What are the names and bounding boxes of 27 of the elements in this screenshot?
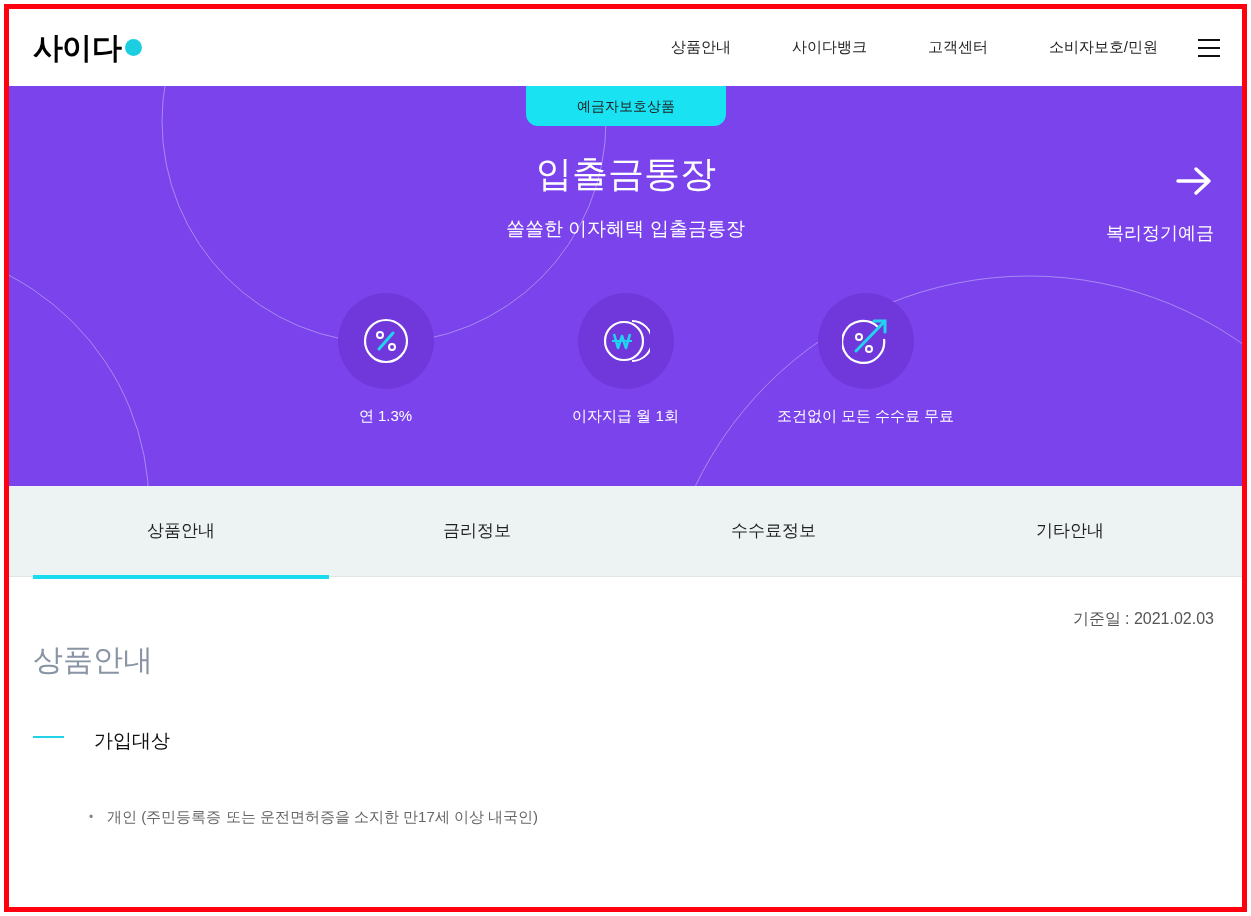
nav-link[interactable]: 사이다뱅크: [791, 36, 867, 59]
section-title: 상품안내: [33, 645, 154, 675]
percent-up-icon: [841, 317, 890, 365]
tab[interactable]: 수수료정보: [625, 486, 922, 579]
accent-dash-icon: [33, 736, 64, 739]
percent-icon: [362, 318, 409, 364]
feature-label: 연 1.3%: [358, 406, 413, 426]
feature-label: 이자지급 월 1회: [572, 406, 679, 426]
feature-label: 조건없이 모든 수수료 무료: [776, 406, 955, 426]
tab[interactable]: 상품안내: [33, 486, 330, 579]
eligibility-text: 개인 (주민등록증 또는 운전면허증을 소지한 만17세 이상 내국인): [107, 806, 539, 827]
tab[interactable]: 금리정보: [329, 486, 626, 579]
nav-link[interactable]: 고객센터: [927, 36, 988, 59]
next-product-link[interactable]: 복리정기예금: [1106, 220, 1214, 247]
product-subtitle: 쏠쏠한 이자혜택 입출금통장: [506, 219, 745, 238]
arrow-right-icon[interactable]: [1176, 166, 1212, 196]
tab[interactable]: 기타안내: [921, 486, 1218, 579]
menu-icon[interactable]: [1198, 38, 1220, 57]
nav-link[interactable]: 소비자보호/민원: [1048, 36, 1158, 59]
nav-link[interactable]: 상품안내: [670, 36, 731, 59]
logo-text[interactable]: 사이다: [33, 32, 121, 63]
won-coin-icon: [601, 318, 650, 364]
protection-badge: 예금자보호상품: [525, 86, 726, 126]
bullet-icon: •: [89, 807, 94, 826]
product-title: 입출금통장: [535, 156, 716, 192]
subsection-title: 가입대상: [94, 729, 170, 753]
base-date: 기준일 : 2021.02.03: [1072, 609, 1214, 629]
